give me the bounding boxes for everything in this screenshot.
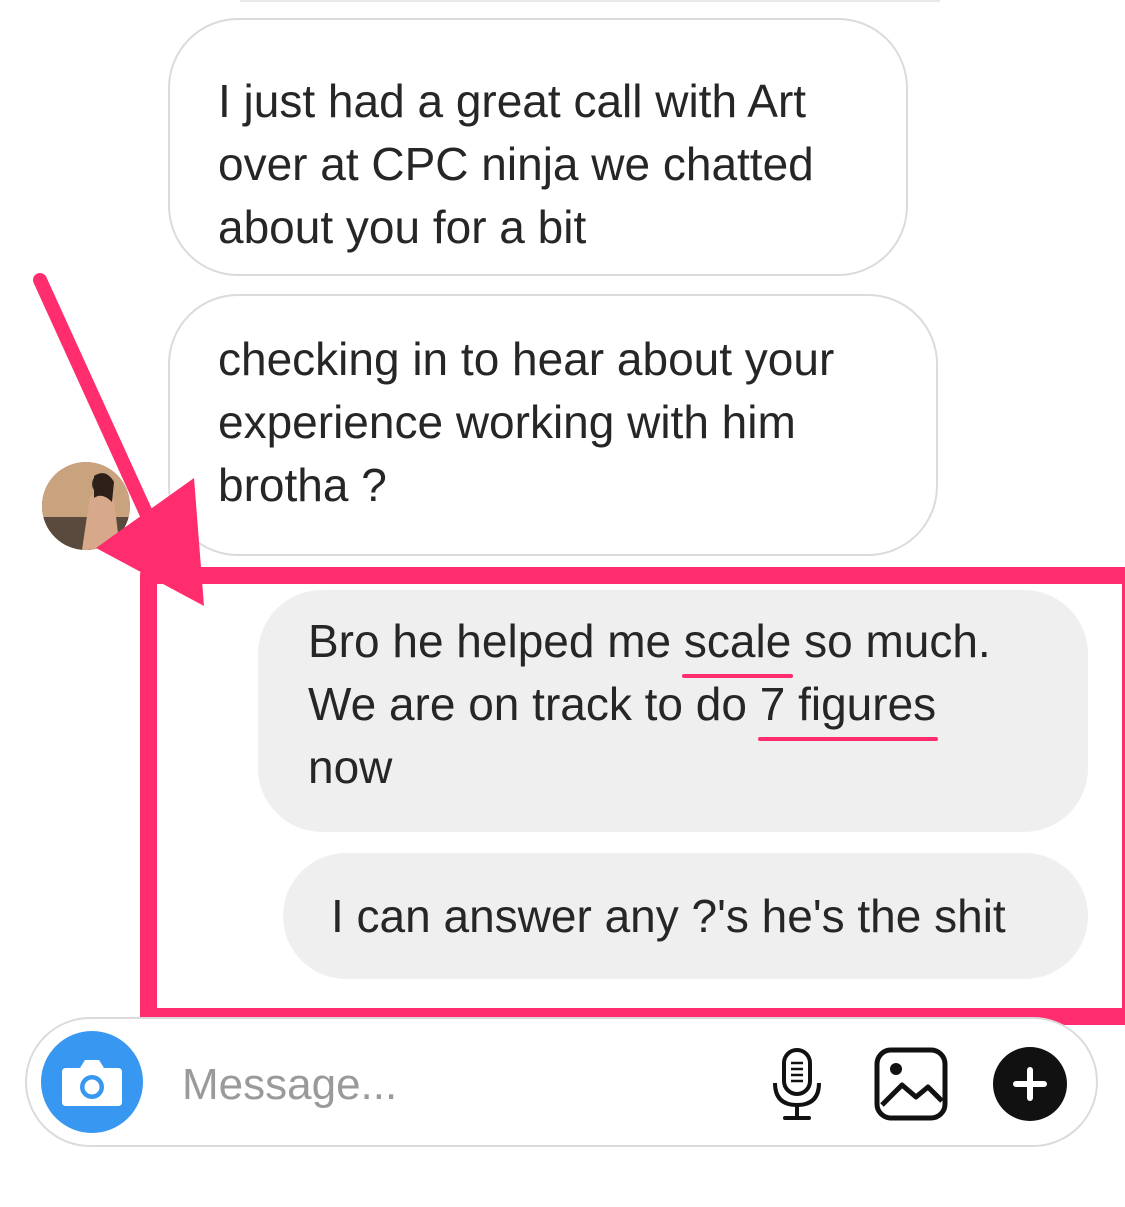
microphone-button[interactable] [767, 1047, 827, 1123]
incoming-message-bubble[interactable]: I just had a great call with Art over at… [168, 18, 908, 276]
message-text: We are on track to do [308, 678, 760, 730]
message-text: so much. [791, 615, 991, 667]
incoming-message-bubble[interactable]: checking in to hear about your experienc… [168, 294, 938, 556]
camera-icon [62, 1060, 122, 1106]
camera-button[interactable] [41, 1031, 143, 1133]
gallery-button[interactable] [873, 1046, 949, 1122]
underlined-word-scale: scale [681, 610, 794, 678]
message-text-line: Bro he helped me scale so much. [308, 610, 1088, 678]
outgoing-message-bubble[interactable]: I can answer any ?'s he's the shit [283, 853, 1088, 979]
message-text-line: I just had a great call with Art [218, 75, 807, 127]
image-gallery-icon [874, 1047, 948, 1121]
microphone-icon [773, 1048, 821, 1120]
plus-icon [1013, 1067, 1047, 1101]
message-text-line: checking in to hear about your [218, 333, 835, 385]
message-input[interactable] [182, 1057, 742, 1113]
outgoing-message-bubble[interactable]: Bro he helped me scale so much. We are o… [258, 590, 1088, 832]
message-text: Bro he helped me [308, 615, 684, 667]
message-text-line: We are on track to do 7 figures [308, 673, 1088, 741]
sender-avatar[interactable] [42, 462, 130, 550]
message-text-line: over at CPC ninja we chatted [218, 138, 814, 190]
message-text-line: I can answer any ?'s he's the shit [331, 890, 1006, 942]
profile-photo-icon [42, 462, 130, 550]
message-composer [25, 1017, 1098, 1147]
message-text-line: experience working with him [218, 396, 796, 448]
message-text-line: now [308, 741, 393, 793]
previous-message-edge [240, 0, 940, 2]
more-options-button[interactable] [993, 1047, 1067, 1121]
message-text-line: about you for a bit [218, 201, 587, 253]
underlined-phrase-7-figures: 7 figures [757, 673, 939, 741]
message-text-line: brotha ? [218, 459, 387, 511]
